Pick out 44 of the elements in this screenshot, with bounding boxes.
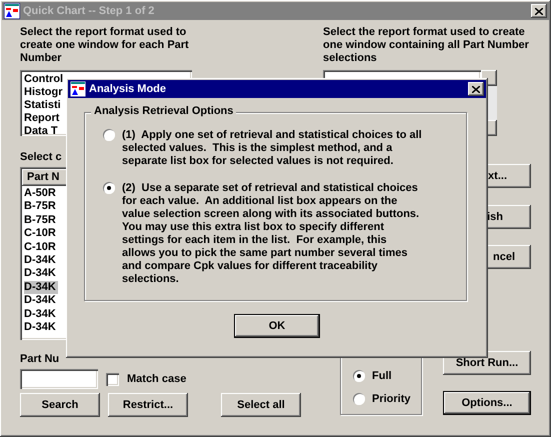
action-button[interactable]: Restrict...	[108, 393, 188, 417]
close-button[interactable]	[531, 4, 547, 18]
list-item[interactable]: D-34K	[24, 308, 58, 322]
radio-button[interactable]	[103, 129, 115, 141]
list-item[interactable]: D-34K	[24, 254, 58, 268]
list-item[interactable]: A-50R	[24, 187, 58, 200]
action-button[interactable]: Select all	[221, 393, 301, 417]
list-item[interactable]: Report	[24, 112, 62, 125]
option-text: (1) Apply one set of retrieval and statistical choices to all selected values. This is the simplest method, and a separate list box for selected values is not required.	[122, 129, 422, 168]
close-icon	[535, 8, 543, 14]
search-label: Part Nu	[20, 353, 60, 365]
prompt-text: Select the report format used to create one window for each Part Number	[20, 26, 190, 65]
prompt-text: Select the report format used to create one window containing all Part Number selections	[323, 26, 530, 65]
list-item[interactable]: C-10R	[24, 227, 58, 241]
checkbox-label: Match case	[127, 373, 186, 385]
list-item[interactable]: D-34K	[24, 321, 58, 334]
action-button[interactable]: Search	[20, 393, 100, 417]
list-item[interactable]: C-10R	[24, 240, 58, 254]
radio-button[interactable]	[103, 182, 115, 194]
side-button[interactable]: Options...	[443, 391, 531, 415]
list-item[interactable]: D-34K	[24, 267, 58, 281]
radio-label: Full	[372, 370, 392, 382]
option-text: (2) Use a separate set of retrieval and statistical choices for each value. An additional list box appears on the value selection screen along with its associated buttons. You may use this extra list box to specify different settings for each item in the list. For example, this allows you to pick the same part number several times and compare Cpk values for different traceability selections.	[122, 182, 420, 286]
list-item[interactable]: Histogr	[24, 86, 64, 99]
list-item[interactable]: B-75R	[24, 214, 58, 228]
radio-label: Priority	[372, 393, 411, 405]
search-field[interactable]	[20, 369, 98, 389]
ok-button[interactable]: OK	[234, 314, 320, 338]
list-item[interactable]: D-34K	[24, 294, 58, 308]
list-item[interactable]: Control	[24, 73, 66, 86]
close-button[interactable]	[468, 82, 484, 96]
list-item[interactable]: Statisti	[24, 99, 63, 112]
radio-button[interactable]	[353, 370, 365, 382]
window-title: Quick Chart -- Step 1 of 2	[23, 5, 154, 17]
chart-app-icon	[4, 3, 20, 19]
select-label: Select c	[20, 151, 62, 163]
radio-button[interactable]	[353, 393, 365, 405]
list-item[interactable]: D-34K	[24, 280, 58, 294]
close-icon	[472, 86, 480, 92]
group-title: Analysis Retrieval Options	[91, 105, 236, 117]
list-item[interactable]: B-75R	[24, 200, 58, 214]
match-case-checkbox[interactable]	[106, 372, 119, 386]
dialog-title: Analysis Mode	[89, 83, 166, 95]
list-item[interactable]: Data T	[24, 125, 60, 138]
